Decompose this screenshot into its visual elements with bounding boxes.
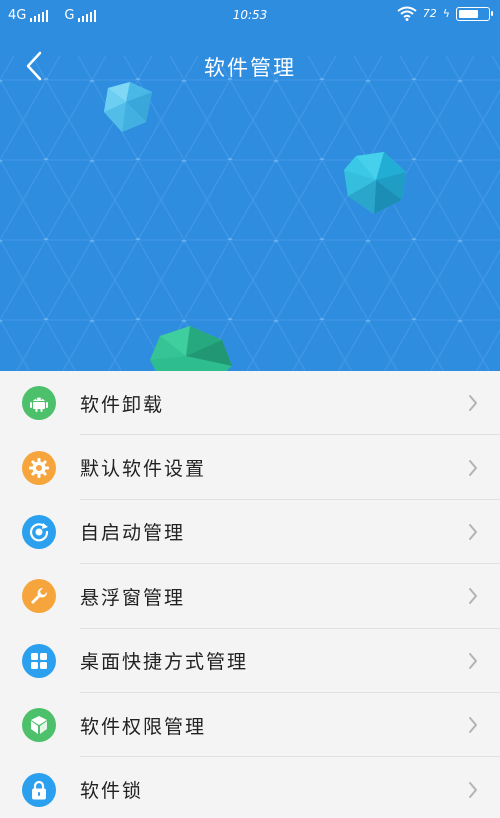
menu-item-autostart[interactable]: 自启动管理 bbox=[0, 500, 500, 565]
menu-item-app-lock[interactable]: 软件锁 bbox=[0, 757, 500, 818]
menu-item-default-apps[interactable]: 默认软件设置 bbox=[0, 435, 500, 500]
menu-item-uninstall[interactable]: 软件卸载 bbox=[0, 371, 500, 436]
menu-item-label: 软件锁 bbox=[80, 780, 144, 803]
chevron-right-icon bbox=[466, 458, 480, 478]
battery-icon bbox=[456, 6, 493, 21]
app-screen: 4G G 10:53 72 ϟ 软件管理 软件卸载 默认软件设置 自启动管理 悬… bbox=[0, 0, 500, 818]
chevron-right-icon bbox=[466, 586, 480, 606]
android-icon bbox=[22, 386, 56, 421]
power-refresh-icon bbox=[22, 514, 56, 549]
menu-item-floating-window[interactable]: 悬浮窗管理 bbox=[0, 564, 500, 629]
menu-item-permissions[interactable]: 软件权限管理 bbox=[0, 693, 500, 758]
wrench-icon bbox=[22, 579, 56, 614]
chevron-right-icon bbox=[466, 780, 480, 800]
battery-percent: 72 bbox=[422, 7, 437, 20]
chevron-right-icon bbox=[466, 393, 480, 413]
menu-item-label: 桌面快捷方式管理 bbox=[80, 651, 249, 674]
header-banner: 4G G 10:53 72 ϟ 软件管理 bbox=[0, 0, 500, 371]
menu-item-shortcuts[interactable]: 桌面快捷方式管理 bbox=[0, 629, 500, 693]
settings-list: 软件卸载 默认软件设置 自启动管理 悬浮窗管理 桌面快捷方式管理 软件权限管理 … bbox=[0, 371, 500, 818]
lock-icon bbox=[22, 772, 56, 807]
battery-level bbox=[459, 9, 478, 18]
wifi-icon bbox=[397, 6, 417, 21]
chevron-right-icon bbox=[466, 522, 480, 542]
chevron-right-icon bbox=[466, 651, 480, 671]
charging-icon: ϟ bbox=[442, 7, 450, 20]
menu-item-label: 默认软件设置 bbox=[80, 458, 207, 481]
status-right: 72 ϟ bbox=[397, 6, 493, 21]
menu-item-label: 自启动管理 bbox=[80, 522, 186, 545]
menu-item-label: 悬浮窗管理 bbox=[80, 586, 186, 609]
nav-bar: 软件管理 bbox=[0, 38, 500, 94]
shield-icon bbox=[22, 708, 56, 743]
menu-item-label: 软件卸载 bbox=[80, 393, 165, 416]
menu-item-label: 软件权限管理 bbox=[80, 715, 207, 738]
status-bar: 4G G 10:53 72 ϟ bbox=[0, 0, 500, 32]
gear-icon bbox=[22, 450, 56, 485]
chevron-right-icon bbox=[466, 715, 480, 735]
grid-icon bbox=[22, 643, 56, 678]
page-title: 软件管理 bbox=[204, 56, 296, 80]
